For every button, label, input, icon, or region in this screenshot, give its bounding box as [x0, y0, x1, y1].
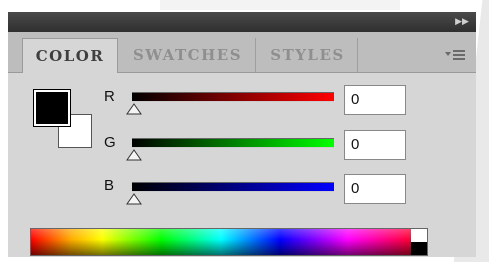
spectrum-white-swatch[interactable] — [411, 229, 427, 242]
red-value-field[interactable]: 0 — [344, 85, 406, 115]
green-channel-label: G — [104, 134, 116, 151]
tab-bar: COLOR SWATCHES STYLES — [8, 32, 476, 73]
blue-slider-track[interactable] — [132, 182, 334, 192]
spectrum-shading — [31, 229, 427, 255]
tab-swatches[interactable]: SWATCHES — [120, 38, 256, 72]
foreground-color-swatch[interactable] — [33, 89, 71, 127]
tab-color[interactable]: COLOR — [22, 38, 118, 73]
spectrum-black-swatch[interactable] — [411, 242, 427, 255]
panel-menu-icon[interactable] — [444, 48, 466, 62]
blue-value-field[interactable]: 0 — [344, 174, 406, 204]
color-spectrum-bar[interactable] — [30, 228, 428, 256]
blue-channel-label: B — [104, 177, 115, 194]
blue-slider-thumb-icon[interactable] — [126, 193, 142, 205]
red-channel-label: R — [104, 88, 115, 105]
watermark-shape — [160, 0, 400, 10]
green-value-field[interactable]: 0 — [344, 130, 406, 160]
green-slider-thumb-icon[interactable] — [126, 149, 142, 161]
red-slider-thumb-icon[interactable] — [126, 103, 142, 115]
red-slider-track[interactable] — [132, 92, 334, 102]
color-panel: ▶▶ COLOR SWATCHES STYLES R 0 G 0 B 0 — [8, 12, 476, 257]
green-slider-track[interactable] — [132, 138, 334, 148]
tab-styles[interactable]: STYLES — [258, 38, 358, 72]
double-chevron-right-icon[interactable]: ▶▶ — [454, 16, 470, 28]
panel-title-bar[interactable]: ▶▶ — [8, 12, 476, 32]
